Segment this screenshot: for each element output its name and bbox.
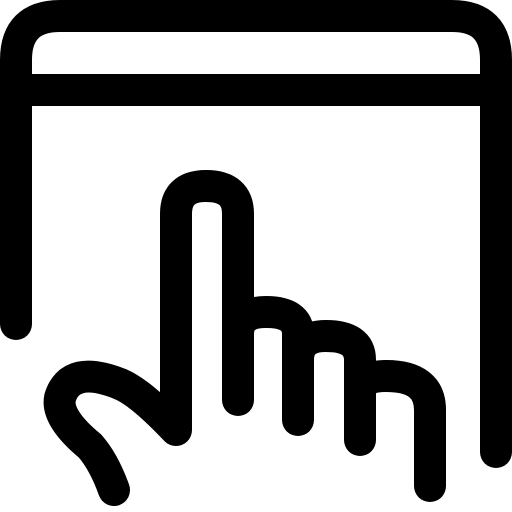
browser-window-tap-icon [0,0,512,506]
icon-canvas [0,0,512,512]
pointing-hand [43,170,446,506]
